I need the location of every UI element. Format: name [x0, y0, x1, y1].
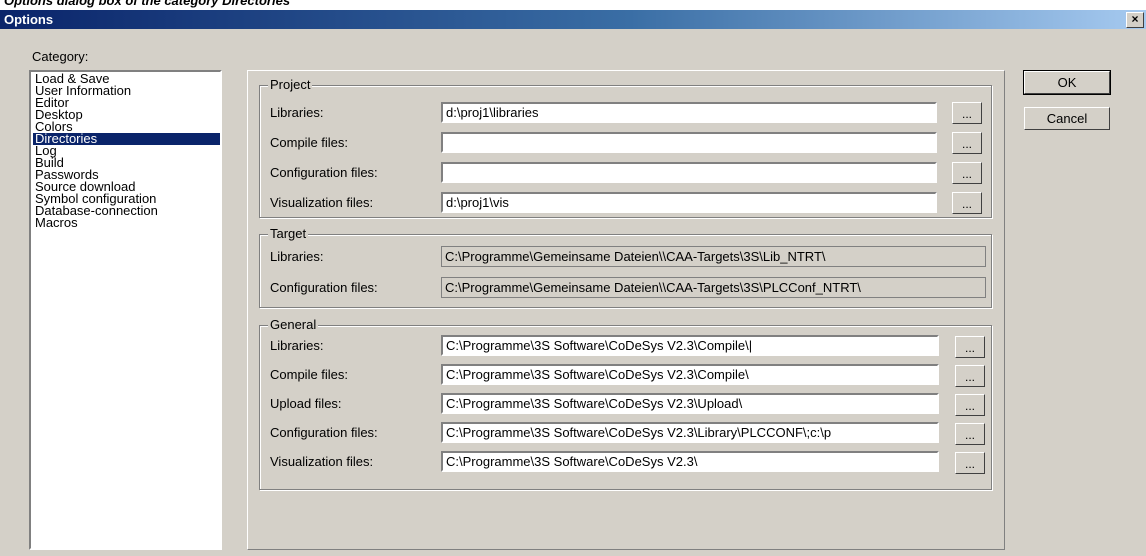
target-configuration-label: Configuration files: — [270, 280, 378, 295]
figure-caption: Options dialog box of the category Direc… — [0, 0, 1146, 10]
target-group: Target Libraries: C:\Programme\Gemeinsam… — [259, 226, 992, 308]
project-compile-row: Compile files: ... — [260, 132, 991, 154]
project-visualization-row: Visualization files: d:\proj1\vis ... — [260, 192, 991, 214]
target-configuration-row: Configuration files: C:\Programme\Gemein… — [260, 277, 991, 299]
general-libraries-row: Libraries: C:\Programme\3S Software\CoDe… — [260, 335, 991, 358]
general-upload-browse-button[interactable]: ... — [955, 394, 985, 416]
general-configuration-browse-button[interactable]: ... — [955, 423, 985, 445]
project-libraries-label: Libraries: — [270, 105, 324, 120]
target-libraries-label: Libraries: — [270, 249, 324, 264]
general-group-title: General — [268, 317, 319, 332]
options-dialog: Options × Category: Load & Save User Inf… — [0, 10, 1146, 556]
general-configuration-label: Configuration files: — [270, 425, 378, 440]
project-libraries-row: Libraries: d:\proj1\libraries ... — [260, 102, 991, 124]
project-libraries-browse-button[interactable]: ... — [952, 102, 982, 124]
category-item-directories[interactable]: Directories — [33, 132, 220, 145]
dialog-title: Options — [4, 12, 54, 27]
title-bar[interactable]: Options × — [0, 10, 1146, 29]
target-libraries-value: C:\Programme\Gemeinsame Dateien\\CAA-Tar… — [441, 246, 986, 267]
project-configuration-label: Configuration files: — [270, 165, 378, 180]
general-visualization-row: Visualization files: C:\Programme\3S Sof… — [260, 451, 991, 474]
general-compile-browse-button[interactable]: ... — [955, 365, 985, 387]
general-compile-input[interactable]: C:\Programme\3S Software\CoDeSys V2.3\Co… — [441, 364, 939, 385]
project-group-title: Project — [268, 77, 313, 92]
project-compile-browse-button[interactable]: ... — [952, 132, 982, 154]
project-libraries-input[interactable]: d:\proj1\libraries — [441, 102, 937, 123]
project-compile-input[interactable] — [441, 132, 937, 153]
target-group-title: Target — [268, 226, 309, 241]
project-visualization-label: Visualization files: — [270, 195, 374, 210]
directories-panel: Project Libraries: d:\proj1\libraries ..… — [247, 70, 1005, 550]
general-compile-row: Compile files: C:\Programme\3S Software\… — [260, 364, 991, 387]
general-visualization-browse-button[interactable]: ... — [955, 452, 985, 474]
general-visualization-label: Visualization files: — [270, 454, 374, 469]
general-configuration-row: Configuration files: C:\Programme\3S Sof… — [260, 422, 991, 445]
category-label: Category: — [32, 49, 89, 64]
project-configuration-input[interactable] — [441, 162, 937, 183]
general-compile-label: Compile files: — [270, 367, 349, 382]
general-libraries-input[interactable]: C:\Programme\3S Software\CoDeSys V2.3\Co… — [441, 335, 939, 356]
general-upload-row: Upload files: C:\Programme\3S Software\C… — [260, 393, 991, 416]
general-configuration-input[interactable]: C:\Programme\3S Software\CoDeSys V2.3\Li… — [441, 422, 939, 443]
project-group: Project Libraries: d:\proj1\libraries ..… — [259, 77, 992, 218]
category-list[interactable]: Load & Save User Information Editor Desk… — [29, 70, 222, 550]
cancel-button[interactable]: Cancel — [1024, 107, 1110, 130]
general-visualization-input[interactable]: C:\Programme\3S Software\CoDeSys V2.3\ — [441, 451, 939, 472]
general-upload-input[interactable]: C:\Programme\3S Software\CoDeSys V2.3\Up… — [441, 393, 939, 414]
ok-button[interactable]: OK — [1023, 70, 1111, 95]
project-configuration-row: Configuration files: ... — [260, 162, 991, 184]
target-libraries-row: Libraries: C:\Programme\Gemeinsame Datei… — [260, 246, 991, 268]
target-configuration-value: C:\Programme\Gemeinsame Dateien\\CAA-Tar… — [441, 277, 986, 298]
project-compile-label: Compile files: — [270, 135, 349, 150]
project-visualization-input[interactable]: d:\proj1\vis — [441, 192, 937, 213]
project-visualization-browse-button[interactable]: ... — [952, 192, 982, 214]
category-item-macros[interactable]: Macros — [33, 216, 78, 229]
general-upload-label: Upload files: — [270, 396, 342, 411]
close-icon[interactable]: × — [1126, 12, 1144, 28]
general-libraries-browse-button[interactable]: ... — [955, 336, 985, 358]
general-group: General Libraries: C:\Programme\3S Softw… — [259, 317, 992, 490]
project-configuration-browse-button[interactable]: ... — [952, 162, 982, 184]
general-libraries-label: Libraries: — [270, 338, 324, 353]
